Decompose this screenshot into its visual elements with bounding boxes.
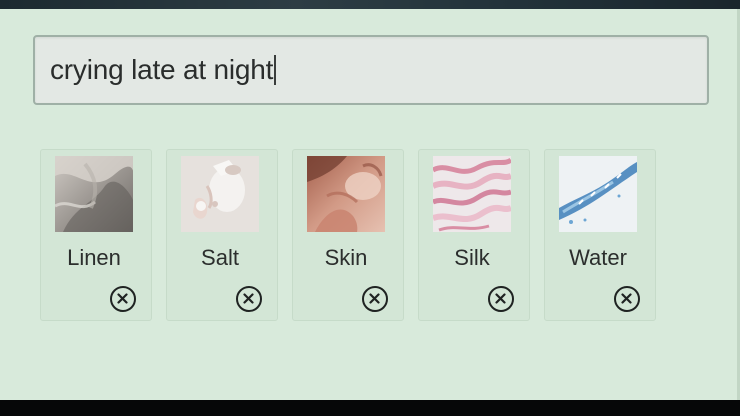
remove-linen-button[interactable] (110, 286, 136, 312)
search-input[interactable]: crying late at night (33, 35, 709, 105)
tag-salt[interactable]: Salt (166, 149, 278, 321)
close-icon (495, 293, 506, 304)
remove-skin-button[interactable] (362, 286, 388, 312)
salt-image (181, 156, 259, 232)
remove-water-button[interactable] (614, 286, 640, 312)
close-icon (243, 293, 254, 304)
water-image (559, 156, 637, 232)
tag-label: Linen (67, 245, 121, 270)
skin-image (307, 156, 385, 232)
search-input-text: crying late at night (50, 54, 277, 86)
tag-label: Salt (201, 245, 239, 270)
tag-label: Skin (324, 245, 368, 270)
close-icon (369, 293, 380, 304)
silk-image (433, 156, 511, 232)
remove-silk-button[interactable] (488, 286, 514, 312)
linen-fabric-image (55, 156, 133, 232)
tag-search-panel: crying late at night Linen Salt Skin Sil… (0, 9, 740, 400)
tag-skin[interactable]: Skin (292, 149, 404, 321)
tag-silk[interactable]: Silk (418, 149, 530, 321)
tag-linen[interactable]: Linen (40, 149, 152, 321)
close-icon (621, 293, 632, 304)
tag-label: Silk (454, 245, 490, 270)
close-icon (117, 293, 128, 304)
tag-water[interactable]: Water (544, 149, 656, 321)
remove-salt-button[interactable] (236, 286, 262, 312)
text-cursor (274, 55, 277, 85)
top-window-strip (0, 0, 740, 9)
bottom-frame-bar (0, 400, 740, 416)
tag-label: Water (569, 245, 627, 270)
